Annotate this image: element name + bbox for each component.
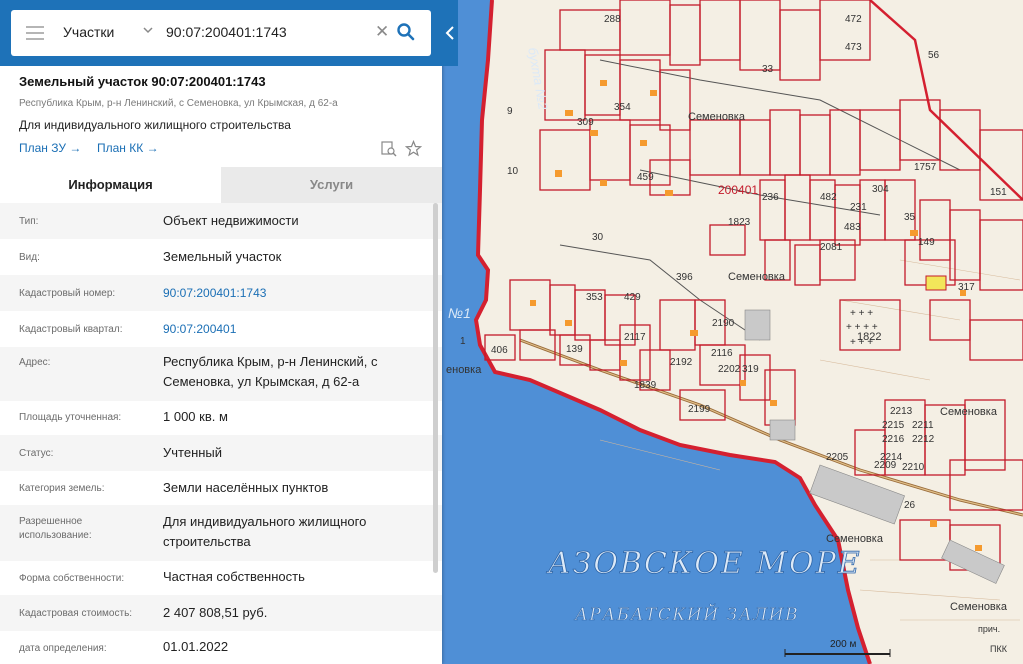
svg-text:еновка: еновка bbox=[446, 364, 482, 376]
svg-text:1822: 1822 bbox=[857, 331, 881, 343]
list-item: Статус: Учтенный bbox=[0, 435, 442, 471]
svg-text:200 м: 200 м bbox=[830, 639, 856, 650]
map-sea-name: АЗОВСКОЕ МОРЕ bbox=[546, 546, 862, 581]
list-item: Кадастровый номер: 90:07:200401:1743 bbox=[0, 275, 442, 311]
tab-services[interactable]: Услуги bbox=[221, 167, 442, 203]
arrow-right-icon: → bbox=[146, 141, 159, 155]
map-bay-name: АРАБАТСКИЙ ЗАЛИВ bbox=[574, 603, 799, 625]
cadastral-quarter-link[interactable]: 90:07:200401 bbox=[163, 319, 423, 339]
svg-text:2081: 2081 bbox=[820, 242, 843, 253]
svg-text:429: 429 bbox=[624, 292, 641, 303]
svg-text:149: 149 bbox=[918, 237, 935, 248]
svg-text:1: 1 bbox=[460, 336, 466, 347]
svg-text:1823: 1823 bbox=[728, 217, 751, 228]
svg-text:2192: 2192 bbox=[670, 357, 693, 368]
svg-text:56: 56 bbox=[928, 50, 940, 61]
list-item: Разрешенное использование: Для индивидуа… bbox=[0, 505, 442, 561]
svg-text:396: 396 bbox=[676, 272, 693, 283]
svg-text:Семеновка: Семеновка bbox=[688, 111, 746, 123]
svg-text:354: 354 bbox=[614, 102, 631, 113]
close-icon[interactable]: ✕ bbox=[375, 22, 389, 42]
tab-information[interactable]: Информация bbox=[0, 167, 221, 205]
svg-text:406: 406 bbox=[491, 345, 508, 356]
svg-text:2190: 2190 bbox=[712, 318, 735, 329]
arrow-right-icon: → bbox=[69, 141, 82, 155]
svg-text:2215: 2215 bbox=[882, 420, 905, 431]
parcel-usage: Для индивидуального жилищного строительс… bbox=[19, 118, 291, 132]
svg-text:Семеновка: Семеновка bbox=[950, 601, 1008, 613]
svg-text:353: 353 bbox=[586, 292, 603, 303]
svg-text:317: 317 bbox=[958, 282, 975, 293]
search-type-select[interactable]: Участки bbox=[63, 24, 114, 40]
search-header: Участки 90:07:200401:1743 ✕ bbox=[0, 0, 458, 66]
svg-text:473: 473 bbox=[845, 42, 862, 53]
svg-text:2116: 2116 bbox=[711, 348, 733, 359]
svg-text:33: 33 bbox=[762, 64, 774, 75]
svg-text:+ + +: + + + bbox=[850, 308, 873, 319]
map-quarter-label: 200401 bbox=[718, 183, 758, 197]
svg-text:482: 482 bbox=[820, 192, 837, 203]
search-input[interactable]: 90:07:200401:1743 bbox=[166, 24, 287, 40]
svg-text:472: 472 bbox=[845, 14, 862, 25]
svg-text:35: 35 bbox=[904, 212, 916, 223]
plan-kk-link[interactable]: План КК → bbox=[97, 141, 159, 155]
svg-text:30: 30 bbox=[592, 232, 604, 243]
svg-text:288: 288 bbox=[604, 14, 621, 25]
selected-parcel bbox=[925, 275, 947, 291]
svg-text:прич.: прич. bbox=[978, 624, 1000, 634]
svg-text:2210: 2210 bbox=[902, 462, 925, 473]
chevron-down-icon[interactable] bbox=[142, 24, 154, 36]
svg-text:483: 483 bbox=[844, 222, 861, 233]
list-item: дата определения: 01.01.2022 bbox=[19, 639, 229, 654]
svg-text:2211: 2211 bbox=[912, 420, 934, 431]
search-icon[interactable] bbox=[396, 22, 416, 42]
cadastral-number-link[interactable]: 90:07:200401:1743 bbox=[163, 283, 423, 303]
svg-text:1757: 1757 bbox=[914, 162, 937, 173]
document-search-icon[interactable] bbox=[380, 140, 397, 157]
svg-text:2202: 2202 bbox=[718, 364, 741, 375]
svg-text:2216: 2216 bbox=[882, 434, 905, 445]
svg-text:Семеновка: Семеновка bbox=[728, 271, 786, 283]
list-item: Вид: Земельный участок bbox=[19, 249, 282, 264]
svg-text:ПКК: ПКК bbox=[990, 644, 1008, 654]
parcel-address: Республика Крым, р-н Ленинский, с Семено… bbox=[19, 98, 338, 109]
tab-bar: Информация Услуги bbox=[0, 167, 442, 205]
svg-text:2205: 2205 bbox=[826, 452, 849, 463]
svg-text:304: 304 bbox=[872, 184, 889, 195]
plan-zu-link[interactable]: План ЗУ → bbox=[19, 141, 81, 155]
list-item: Площадь уточненная: 1 000 кв. м bbox=[19, 409, 228, 424]
svg-text:Семеновка: Семеновка bbox=[826, 533, 884, 545]
list-item: Тип: Объект недвижимости bbox=[0, 203, 442, 239]
svg-text:10: 10 bbox=[507, 166, 519, 177]
svg-text:2213: 2213 bbox=[890, 406, 913, 417]
star-icon[interactable] bbox=[405, 140, 422, 157]
svg-text:2199: 2199 bbox=[688, 404, 711, 415]
svg-text:26: 26 bbox=[904, 500, 916, 511]
svg-text:2117: 2117 bbox=[624, 332, 646, 343]
list-item: Адрес: Республика Крым, р-н Ленинский, с… bbox=[0, 347, 442, 401]
svg-text:2212: 2212 bbox=[912, 434, 935, 445]
list-item: Форма собственности: Частная собственнос… bbox=[19, 569, 305, 584]
search-bar: Участки 90:07:200401:1743 ✕ bbox=[11, 10, 431, 56]
scrollbar[interactable] bbox=[433, 203, 438, 573]
svg-text:309: 309 bbox=[577, 117, 594, 128]
info-panel: Земельный участок 90:07:200401:1743 Респ… bbox=[0, 0, 442, 664]
svg-text:139: 139 bbox=[566, 344, 583, 355]
svg-text:151: 151 bbox=[990, 187, 1007, 198]
svg-text:1839: 1839 bbox=[634, 380, 657, 391]
svg-text:459: 459 bbox=[637, 172, 654, 183]
list-item: Кадастровый квартал: 90:07:200401 bbox=[0, 311, 442, 347]
list-item: Категория земель: Земли населённых пункт… bbox=[19, 480, 329, 495]
list-item: Кадастровая стоимость: 2 407 808,51 руб. bbox=[0, 595, 442, 631]
chevron-left-icon[interactable] bbox=[442, 22, 458, 44]
svg-text:236: 236 bbox=[762, 192, 779, 203]
menu-icon[interactable] bbox=[26, 26, 44, 40]
svg-text:9: 9 bbox=[507, 106, 513, 117]
svg-text:Семеновка: Семеновка bbox=[940, 406, 998, 418]
svg-text:2209: 2209 bbox=[874, 460, 897, 471]
svg-text:319: 319 bbox=[742, 364, 759, 375]
svg-text:231: 231 bbox=[850, 202, 867, 213]
parcel-title: Земельный участок 90:07:200401:1743 bbox=[19, 74, 266, 89]
svg-text:№1: №1 bbox=[448, 305, 471, 321]
